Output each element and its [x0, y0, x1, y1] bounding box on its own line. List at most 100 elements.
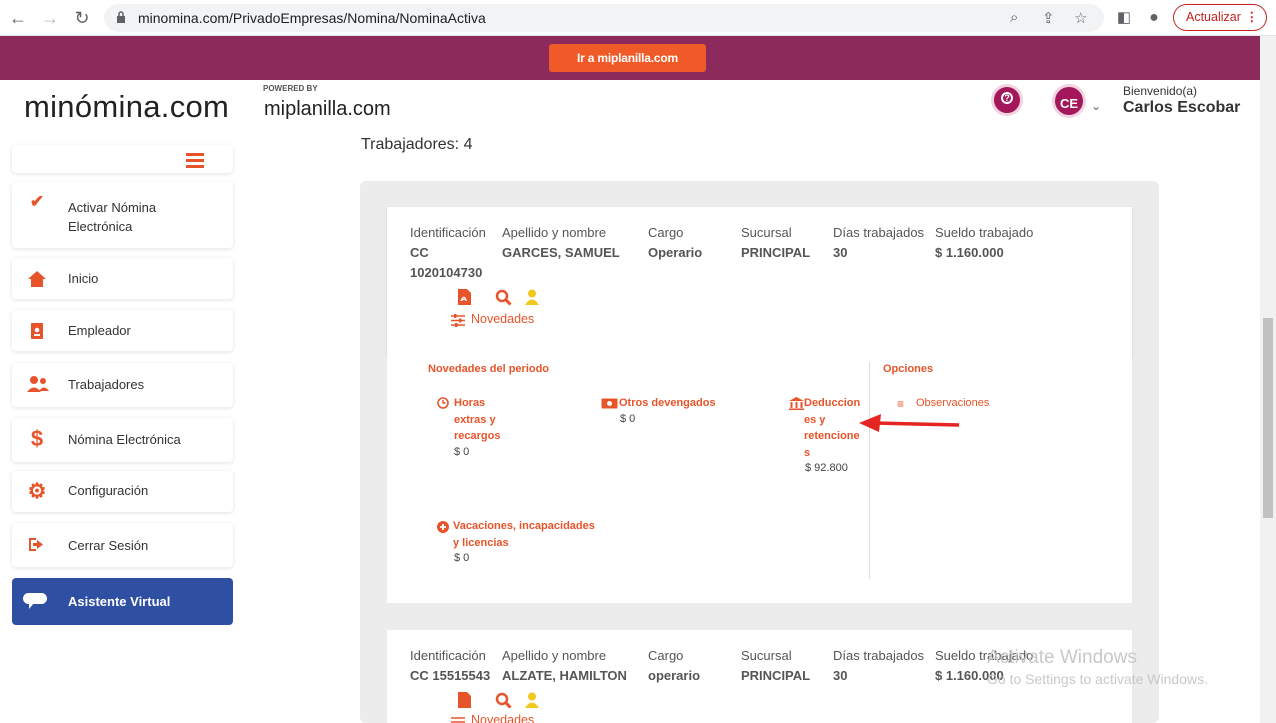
sidebar-item-configuracion[interactable]: ⚙ Configuración — [12, 471, 233, 512]
list-icon: ≡ — [897, 397, 905, 411]
col-position-label: Cargo — [648, 225, 684, 240]
col-days-label: Días trabajados — [833, 648, 925, 663]
users-icon — [27, 376, 49, 392]
search-icon[interactable] — [495, 692, 512, 709]
horas-amount: $ 0 — [454, 446, 470, 458]
minomina-logo[interactable]: minómina.com — [24, 89, 229, 125]
browser-toolbar: ← → ↻ minomina.com/PrivadoEmpresas/Nomin… — [0, 0, 1276, 36]
employee-position: operario — [648, 668, 701, 683]
user-icon[interactable] — [525, 289, 539, 305]
col-id-label: Identificación — [410, 648, 486, 663]
zoom-icon[interactable]: ⌕ — [1010, 9, 1018, 26]
sidebar-item-empleador[interactable]: Empleador — [12, 310, 233, 351]
otros-amount: $ 0 — [620, 413, 636, 425]
url-text: minomina.com/PrivadoEmpresas/Nomina/Nomi… — [138, 10, 486, 26]
employee-days: 30 — [833, 245, 848, 260]
employee-branch: PRINCIPAL — [741, 245, 811, 260]
miplanilla-logo: miplanilla.com — [264, 98, 391, 120]
avatar[interactable]: CE — [1052, 84, 1086, 118]
id-number: CC 15515543 — [410, 668, 491, 683]
update-button[interactable]: Actualizar ⋮ — [1173, 4, 1267, 31]
update-label: Actualizar — [1186, 10, 1241, 24]
assistant-label: Asistente Virtual — [68, 594, 171, 609]
deduc-line: Deduccion — [804, 397, 861, 409]
sidebar-item-label: Inicio — [68, 271, 99, 286]
horas-line: recargos — [454, 430, 501, 442]
sidebar-item-inicio[interactable]: Inicio — [12, 258, 233, 299]
novedades-panel — [387, 357, 1132, 603]
novedades-link[interactable]: Novedades — [471, 713, 534, 723]
sidebar-item-trabajadores[interactable]: Trabajadores — [12, 363, 233, 407]
sidebar-item-activar[interactable]: ✔ Activar Nómina Electrónica — [12, 182, 233, 248]
hamburger-icon[interactable] — [186, 153, 204, 168]
horas-extras-link[interactable]: Horas extras y recargos — [454, 395, 500, 445]
col-branch-label: Sucursal — [741, 648, 792, 663]
employee-days: 30 — [833, 668, 848, 683]
sidebar-item-nomina[interactable]: $ Nómina Electrónica — [12, 418, 233, 462]
scrollbar-thumb[interactable] — [1263, 318, 1273, 518]
employee-position: Operario — [648, 245, 703, 260]
otros-devengados-link[interactable]: Otros devengados — [619, 395, 716, 412]
observaciones-link[interactable]: Observaciones — [916, 395, 989, 412]
user-icon[interactable] — [525, 692, 539, 708]
col-id-label: Identificación — [410, 225, 486, 240]
share-icon[interactable]: ⇪ — [1042, 9, 1055, 27]
side-panel-icon[interactable]: ◧ — [1112, 6, 1136, 30]
employee-salary: $ 1.160.000 — [935, 245, 1004, 260]
powered-by-label: POWERED BY — [263, 84, 318, 93]
col-name-label: Apellido y nombre — [502, 648, 607, 663]
employee-name: ALZATE, HAMILTON — [502, 668, 627, 683]
money-icon — [601, 398, 618, 409]
profile-icon[interactable]: ● — [1142, 6, 1166, 30]
welcome-label: Bienvenido(a) — [1123, 84, 1198, 98]
sidebar: ✔ Activar Nómina Electrónica Inicio Empl… — [0, 142, 280, 712]
sliders-icon[interactable] — [451, 314, 465, 327]
sidebar-item-label: Nómina Electrónica — [68, 432, 181, 447]
red-arrow-annotation — [859, 414, 960, 432]
sidebar-item-label: Configuración — [68, 483, 149, 498]
reload-icon[interactable]: ↻ — [70, 6, 94, 30]
pdf-icon[interactable] — [458, 289, 471, 305]
sliders-icon[interactable] — [451, 716, 465, 723]
address-bar[interactable]: minomina.com/PrivadoEmpresas/Nomina/Nomi… — [104, 4, 1104, 32]
horas-line: extras y — [454, 413, 496, 426]
back-icon[interactable]: ← — [6, 6, 30, 30]
assistant-button[interactable]: Asistente Virtual — [12, 578, 233, 625]
logout-icon — [29, 538, 43, 551]
search-icon[interactable] — [495, 289, 512, 306]
sidebar-item-cerrar[interactable]: Cerrar Sesión — [12, 523, 233, 567]
bank-icon — [789, 397, 804, 410]
sidebar-item-label: Activar Nómina Electrónica — [68, 200, 157, 234]
activate-windows-title: Activate Windows — [987, 647, 1137, 668]
question-icon: ? — [1001, 92, 1013, 104]
sidebar-item-label: Cerrar Sesión — [68, 538, 149, 553]
help-button[interactable]: ? — [991, 84, 1023, 116]
check-icon: ✔ — [29, 192, 45, 211]
divider — [869, 362, 870, 579]
deducciones-link[interactable]: Deduccion es y retencione s — [804, 395, 860, 461]
deduc-line: s — [804, 446, 811, 459]
novedades-link[interactable]: Novedades — [471, 312, 534, 326]
kebab-menu-icon[interactable]: ⋮ — [1246, 5, 1259, 30]
sidebar-item-label: Trabajadores — [68, 377, 145, 392]
chevron-down-icon[interactable]: ⌄ — [1091, 99, 1101, 113]
employee-name: GARCES, SAMUEL — [502, 245, 620, 260]
deduc-line: retencione — [804, 430, 860, 442]
bookmark-star-icon[interactable]: ☆ — [1074, 9, 1087, 27]
novedades-period-title: Novedades del periodo — [428, 363, 550, 375]
forward-icon[interactable]: → — [38, 6, 62, 30]
home-icon — [28, 271, 46, 287]
miplanilla-button[interactable]: Ir a miplanilla.com — [549, 44, 706, 72]
lock-icon — [117, 11, 125, 23]
col-branch-label: Sucursal — [741, 225, 792, 240]
pdf-icon[interactable] — [458, 692, 471, 708]
deducciones-amount: $ 92.800 — [805, 462, 848, 474]
id-number: 1020104730 — [410, 265, 483, 280]
vacaciones-link[interactable]: Vacaciones, incapacidades y licencias — [453, 518, 595, 551]
col-days-label: Días trabajados — [833, 225, 925, 240]
sidebar-item-label: Empleador — [68, 323, 131, 338]
id-type: CC — [410, 245, 429, 260]
col-name-label: Apellido y nombre — [502, 225, 607, 240]
user-name: Carlos Escobar — [1123, 99, 1241, 116]
vacaciones-amount: $ 0 — [454, 552, 470, 564]
